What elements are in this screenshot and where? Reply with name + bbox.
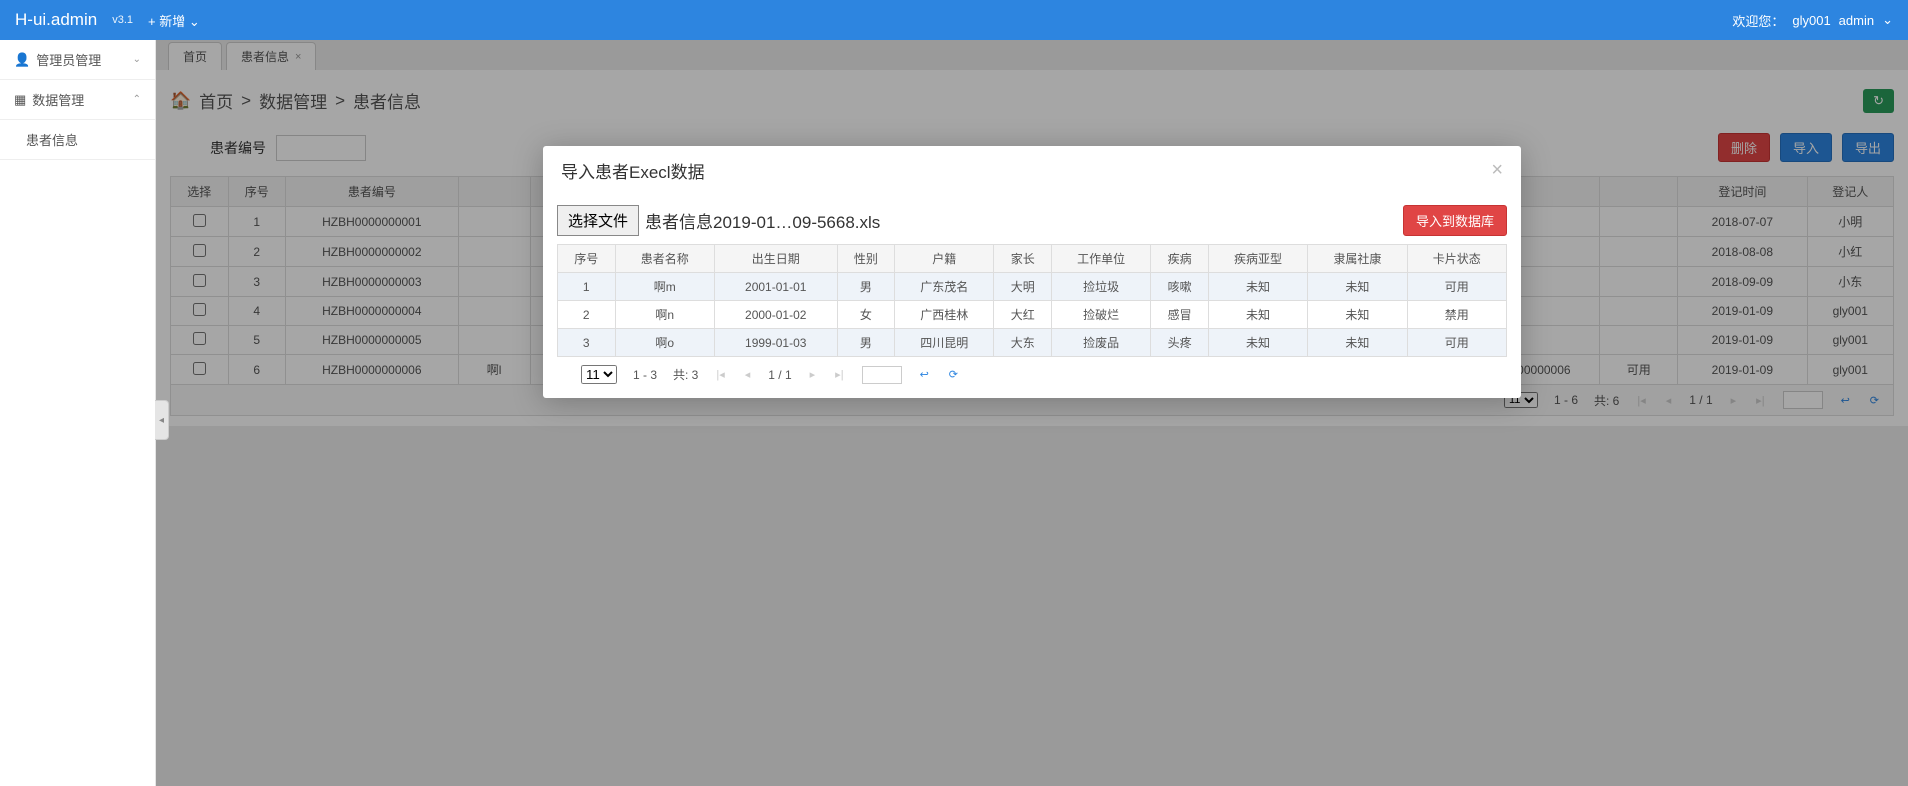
first-page-icon[interactable]: |◂ <box>714 368 726 381</box>
table-cell: 四川昆明 <box>895 329 994 357</box>
table-cell: 未知 <box>1308 273 1407 301</box>
page-size-select[interactable]: 11 <box>581 365 617 384</box>
table-cell: 可用 <box>1407 273 1506 301</box>
modal-header: 导入患者Execl数据 × <box>543 146 1521 195</box>
table-header: 患者名称 <box>615 245 714 273</box>
modal-data-table: 序号患者名称出生日期性别户籍家长工作单位疾病疾病亚型隶属社康卡片状态 1啊m20… <box>557 244 1507 357</box>
import-modal: 导入患者Execl数据 × 选择文件 患者信息2019-01…09-5668.x… <box>543 146 1521 398</box>
sidebar-item-data[interactable]: ▦ 数据管理 ⌃ <box>0 80 155 120</box>
grid-icon: ▦ <box>14 92 26 108</box>
table-cell: 捡废品 <box>1051 329 1150 357</box>
modal-pager: 11 1 - 3 共: 3 |◂ ◂ 1 / 1 ▸ ▸| ↩ ⟳ <box>543 357 1521 388</box>
table-cell: 啊n <box>615 301 714 329</box>
next-page-icon[interactable]: ▸ <box>808 368 818 381</box>
table-cell: 感冒 <box>1151 301 1209 329</box>
table-cell: 大东 <box>994 329 1052 357</box>
table-cell: 大明 <box>994 273 1052 301</box>
table-cell: 捡破烂 <box>1051 301 1150 329</box>
sidebar-item-patient[interactable]: 患者信息 <box>0 120 155 160</box>
header-right: 欢迎您： gly001 admin ⌄ <box>1732 11 1893 30</box>
chevron-up-icon: ⌃ <box>133 94 141 105</box>
pager-page: 1 / 1 <box>768 368 791 382</box>
table-cell: 2001-01-01 <box>714 273 837 301</box>
table-header: 性别 <box>837 245 895 273</box>
table-header: 疾病亚型 <box>1208 245 1307 273</box>
table-cell: 1999-01-03 <box>714 329 837 357</box>
content-area: ◂ 首页 患者信息 × 🏠 首页 > 数据管理 > 患者信息 ↻ <box>156 40 1908 786</box>
table-cell: 2 <box>558 301 616 329</box>
table-cell: 女 <box>837 301 895 329</box>
welcome-label: 欢迎您： <box>1732 11 1784 30</box>
import-to-db-button[interactable]: 导入到数据库 <box>1403 205 1507 236</box>
modal-title: 导入患者Execl数据 <box>561 158 705 183</box>
table-cell: 未知 <box>1208 329 1307 357</box>
app-version: v3.1 <box>112 14 133 26</box>
table-row[interactable]: 2啊n2000-01-02女广西桂林大红捡破烂感冒未知未知禁用 <box>558 301 1507 329</box>
table-row[interactable]: 1啊m2001-01-01男广东茂名大明捡垃圾咳嗽未知未知可用 <box>558 273 1507 301</box>
prev-page-icon[interactable]: ◂ <box>743 368 753 381</box>
chevron-down-icon: ⌄ <box>1882 12 1893 28</box>
sidebar-item-label: 管理员管理 <box>36 50 101 69</box>
table-cell: 捡垃圾 <box>1051 273 1150 301</box>
go-icon[interactable]: ↩ <box>918 368 931 381</box>
modal-toolbar: 选择文件 患者信息2019-01…09-5668.xls 导入到数据库 <box>543 195 1521 244</box>
pager-range: 1 - 3 <box>633 368 657 382</box>
page-jump-input[interactable] <box>862 366 902 384</box>
chevron-down-icon: ⌄ <box>189 14 200 29</box>
table-cell: 未知 <box>1208 301 1307 329</box>
table-cell: 啊o <box>615 329 714 357</box>
sidebar-item-label: 患者信息 <box>26 130 78 149</box>
table-cell: 广东茂名 <box>895 273 994 301</box>
top-header: H-ui.admin v3.1 + 新增 ⌄ 欢迎您： gly001 admin… <box>0 0 1908 40</box>
table-cell: 3 <box>558 329 616 357</box>
table-row[interactable]: 3啊o1999-01-03男四川昆明大东捡废品头疼未知未知可用 <box>558 329 1507 357</box>
table-header: 卡片状态 <box>1407 245 1506 273</box>
last-page-icon[interactable]: ▸| <box>833 368 845 381</box>
table-header: 出生日期 <box>714 245 837 273</box>
table-cell: 可用 <box>1407 329 1506 357</box>
table-cell: 头疼 <box>1151 329 1209 357</box>
sidebar-collapse-handle[interactable]: ◂ <box>155 400 169 440</box>
choose-file-button[interactable]: 选择文件 <box>557 205 639 236</box>
add-dropdown[interactable]: + 新增 ⌄ <box>148 11 200 30</box>
table-cell: 2000-01-02 <box>714 301 837 329</box>
table-cell: 男 <box>837 329 895 357</box>
table-cell: 大红 <box>994 301 1052 329</box>
table-header: 家长 <box>994 245 1052 273</box>
sidebar-item-label: 数据管理 <box>32 90 84 109</box>
user-icon: 👤 <box>14 52 30 68</box>
table-header: 工作单位 <box>1051 245 1150 273</box>
table-cell: 未知 <box>1208 273 1307 301</box>
table-header: 疾病 <box>1151 245 1209 273</box>
table-header: 户籍 <box>895 245 994 273</box>
refresh-icon[interactable]: ⟳ <box>947 368 960 381</box>
table-cell: 未知 <box>1308 301 1407 329</box>
table-header: 隶属社康 <box>1308 245 1407 273</box>
table-cell: 啊m <box>615 273 714 301</box>
current-user[interactable]: gly001 <box>1792 13 1830 28</box>
app-title: H-ui.admin <box>15 10 97 30</box>
table-cell: 1 <box>558 273 616 301</box>
close-icon[interactable]: × <box>1491 159 1503 182</box>
pager-total: 共: 3 <box>673 366 698 383</box>
sidebar: 👤 管理员管理 ⌄ ▦ 数据管理 ⌃ 患者信息 <box>0 40 156 786</box>
table-cell: 咳嗽 <box>1151 273 1209 301</box>
current-role[interactable]: admin <box>1839 13 1874 28</box>
header-left: H-ui.admin v3.1 + 新增 ⌄ <box>15 10 200 30</box>
sidebar-item-admin[interactable]: 👤 管理员管理 ⌄ <box>0 40 155 80</box>
table-header: 序号 <box>558 245 616 273</box>
selected-file-name: 患者信息2019-01…09-5668.xls <box>645 208 880 233</box>
table-cell: 禁用 <box>1407 301 1506 329</box>
table-cell: 未知 <box>1308 329 1407 357</box>
table-cell: 广西桂林 <box>895 301 994 329</box>
chevron-down-icon: ⌄ <box>133 54 141 65</box>
table-cell: 男 <box>837 273 895 301</box>
